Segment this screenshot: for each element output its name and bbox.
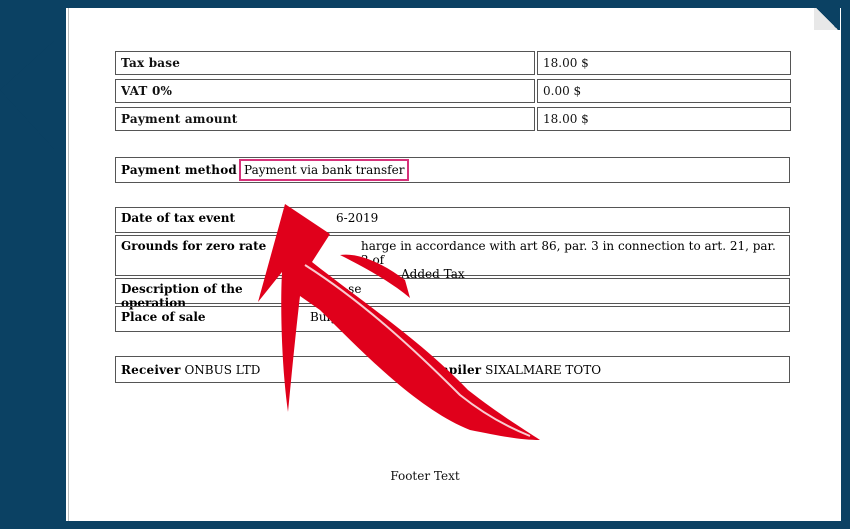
- vat-label: VAT 0%: [115, 79, 535, 103]
- compiler-value: SIXALMARE TOTO: [485, 362, 602, 377]
- tax-event-label: Date of tax event: [121, 211, 236, 225]
- page-curl-icon: [814, 8, 840, 30]
- zero-rate-label: Grounds for zero rate: [121, 239, 267, 253]
- payment-method-row: Payment method Payment via bank transfer: [115, 157, 790, 183]
- tax-base-label: Tax base: [115, 51, 535, 75]
- operation-row: Description of the operation Sal e-se: [115, 278, 790, 310]
- receiver-box: Receiver ONBUS LTD: [115, 356, 410, 383]
- payment-method-value: Payment via bank transfer: [239, 159, 410, 181]
- operation-label: Description of the operation: [121, 282, 243, 310]
- zero-rate-line1: harge in accordance with art 86, par. 3 …: [361, 239, 776, 267]
- frame-edge-right: [840, 0, 850, 529]
- place-of-sale-label: Place of sale: [121, 310, 206, 324]
- compiler-box: Compiler SIXALMARE TOTO: [412, 356, 790, 383]
- footer-text: Footer Text: [390, 469, 460, 483]
- summary-row: Tax base 18.00 $: [115, 51, 791, 75]
- tax-base-value: 18.00 $: [537, 51, 791, 75]
- zero-rate-value: harge in accordance with art 86, par. 3 …: [306, 239, 784, 281]
- payment-amount-value: 18.00 $: [537, 107, 791, 131]
- payment-amount-label: Payment amount: [115, 107, 535, 131]
- operation-value: Sal e-se: [314, 282, 362, 296]
- zero-rate-row: Grounds for zero rate harge in accordanc…: [115, 235, 790, 281]
- summary-row: VAT 0% 0.00 $: [115, 79, 791, 103]
- frame-edge-bottom: [54, 521, 850, 529]
- frame-edge-left: [54, 0, 66, 529]
- tax-event-row: Date of tax event 6-2019: [115, 207, 790, 233]
- vat-value: 0.00 $: [537, 79, 791, 103]
- receiver-label: Receiver: [121, 362, 181, 377]
- receiver-value: ONBUS LTD: [184, 362, 261, 377]
- page-back-tab: [0, 40, 55, 150]
- frame-edge-top: [54, 0, 850, 8]
- place-of-sale-row: Place of sale Bulgar: [115, 306, 790, 332]
- payment-method-label: Payment method: [121, 163, 238, 177]
- summary-row: Payment amount 18.00 $: [115, 107, 791, 131]
- compiler-label: Compiler: [418, 362, 482, 377]
- place-of-sale-value: Bulgar: [310, 310, 351, 324]
- tax-event-value: 6-2019: [336, 211, 379, 225]
